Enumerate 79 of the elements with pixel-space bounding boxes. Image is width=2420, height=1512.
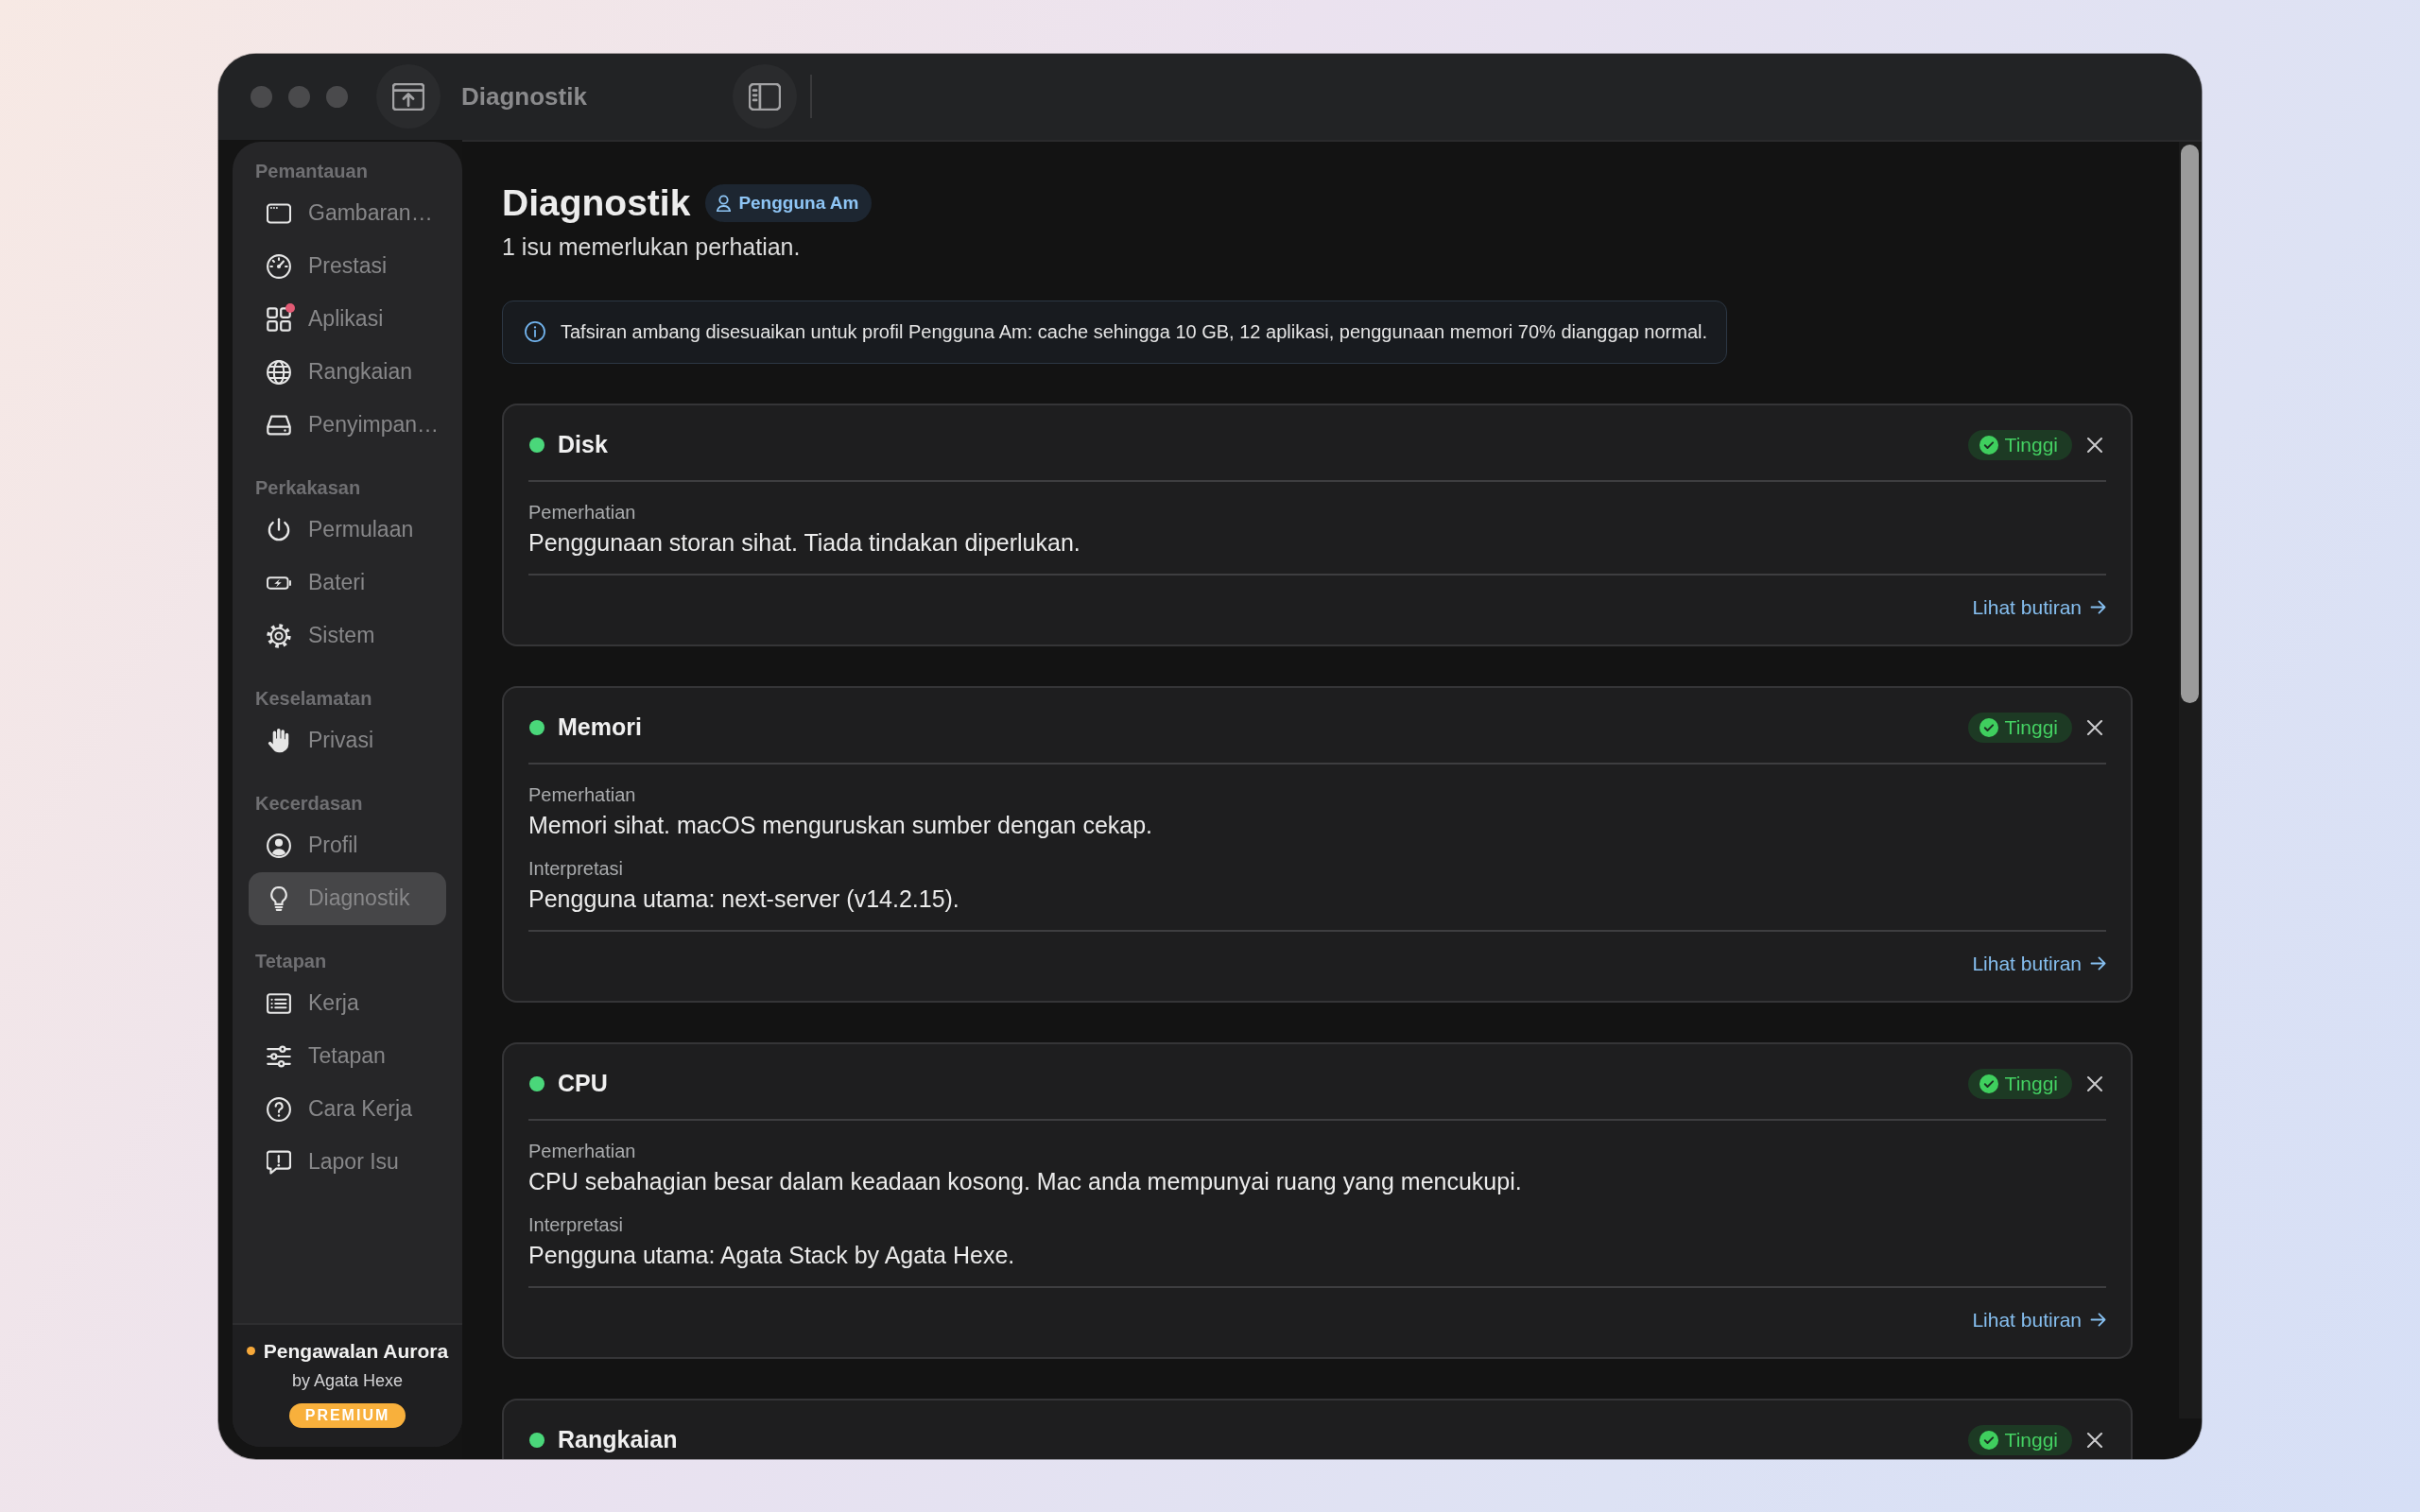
section-text: Penggunaan storan sihat. Tiada tindakan diperlukan. — [528, 527, 1081, 558]
hard-drive-icon — [267, 412, 291, 438]
sidebar-item[interactable]: Aplikasi — [249, 292, 446, 346]
severity-label: Tinggi — [2004, 1072, 2058, 1095]
grid-icon — [267, 306, 291, 332]
info-message: Tafsiran ambang disesuaikan untuk profil Pengguna Am: cache sehingga 10 GB, 12 aplikasi, penggunaan memori 70% dianggap normal. — [561, 320, 1707, 343]
sidebar-item[interactable]: Kerja — [249, 976, 446, 1030]
section-text: Pengguna utama: Agata Stack by Agata Hexe. — [528, 1240, 1016, 1270]
premium-tag: PREMIUM — [288, 1402, 406, 1428]
scrollbar-thumb[interactable] — [2181, 144, 2199, 703]
person-circle-icon — [267, 833, 291, 858]
section-text: Pengguna utama: next-server (v14.2.15). — [528, 884, 960, 914]
sidebar-section-heading: Perkakasan — [254, 475, 362, 500]
sidebar-item[interactable]: Privasi — [249, 713, 446, 767]
section-text: Memori sihat. macOS menguruskan sumber dengan cekap. — [528, 810, 1154, 840]
person-icon — [717, 194, 732, 212]
author-text: by Agata Hexe — [291, 1369, 404, 1392]
section-text: CPU sebahagian besar dalam keadaan kosong. Mac anda mempunyai ruang yang mencukupi. — [528, 1166, 1523, 1196]
check-circle-icon — [1979, 435, 1998, 455]
severity-label: Tinggi — [2004, 433, 2058, 456]
sidebar-item[interactable]: Permulaan — [249, 503, 446, 557]
section-label: Interpretasi — [528, 856, 625, 880]
info-icon — [525, 321, 545, 342]
card-title: Rangkaian — [558, 1426, 679, 1453]
close-icon — [2086, 718, 2103, 736]
gauge-icon — [267, 253, 291, 279]
list-icon — [267, 990, 291, 1016]
section-label: Pemerhatian — [528, 1139, 637, 1162]
sidebar-item[interactable]: Gambaran… — [249, 186, 446, 240]
view-details-link[interactable]: Lihat butiran — [1972, 1308, 2106, 1332]
section-label: Interpretasi — [528, 1212, 625, 1236]
severity-label: Tinggi — [2004, 1428, 2058, 1452]
globe-icon — [267, 359, 291, 385]
sidebar-section-heading: Tetapan — [254, 949, 328, 973]
close-icon — [2086, 436, 2103, 454]
view-details-link[interactable]: Lihat butiran — [1972, 595, 2106, 619]
sidebar-item[interactable]: Penyimpan… — [249, 398, 446, 452]
gear-icon — [267, 623, 291, 648]
view-details-link[interactable]: Lihat butiran — [1972, 952, 2106, 975]
severity-label: Tinggi — [2004, 715, 2058, 739]
arrow-icon — [2090, 1313, 2106, 1327]
check-circle-icon — [1979, 717, 1998, 737]
arrow-icon — [2090, 956, 2106, 971]
sidebar-item[interactable]: Lapor Isu — [249, 1135, 446, 1189]
sidebar-item[interactable]: Prestasi — [249, 239, 446, 293]
sidebar-item[interactable]: Profil — [249, 818, 446, 872]
page-title: Diagnostik — [502, 181, 691, 224]
sidebar-section-heading: Pemantauan — [254, 159, 369, 183]
sidebar-item[interactable]: Rangkaian — [249, 345, 446, 399]
app-name: Pengawalan Aurora — [263, 1339, 449, 1363]
card-title: CPU — [558, 1070, 609, 1097]
user-type-label: Pengguna Am — [738, 192, 859, 214]
section-label: Pemerhatian — [528, 782, 637, 806]
check-circle-icon — [1979, 1430, 1998, 1450]
speech-bubble-icon — [267, 1149, 291, 1175]
hand-icon — [267, 728, 291, 753]
check-circle-icon — [1979, 1074, 1998, 1093]
sidebar-icon — [748, 82, 781, 111]
sidebar-section-heading: Kecerdasan — [254, 791, 364, 816]
card-title: Disk — [558, 431, 609, 458]
close-icon — [2086, 1431, 2103, 1449]
sidebar-item[interactable]: Sistem — [249, 609, 446, 662]
upload-icon — [392, 82, 424, 111]
sidebar-item[interactable]: Diagnostik — [249, 871, 446, 925]
window-icon — [267, 200, 291, 226]
sidebar-item[interactable]: Bateri — [249, 556, 446, 610]
sidebar-item[interactable]: Tetapan — [249, 1029, 446, 1083]
card-title: Memori — [558, 713, 643, 741]
help-icon — [267, 1096, 291, 1122]
window-title: Diagnostik — [461, 81, 587, 112]
sliders-icon — [267, 1043, 291, 1069]
sidebar-section-heading: Keselamatan — [254, 686, 373, 711]
power-icon — [267, 517, 291, 542]
close-icon — [2086, 1074, 2103, 1092]
arrow-icon — [2090, 600, 2106, 614]
page-subtitle: 1 isu memerlukan perhatian. — [502, 232, 802, 261]
sidebar-item[interactable]: Cara Kerja — [249, 1082, 446, 1136]
section-label: Pemerhatian — [528, 500, 637, 524]
status-dot-icon — [246, 1347, 255, 1355]
